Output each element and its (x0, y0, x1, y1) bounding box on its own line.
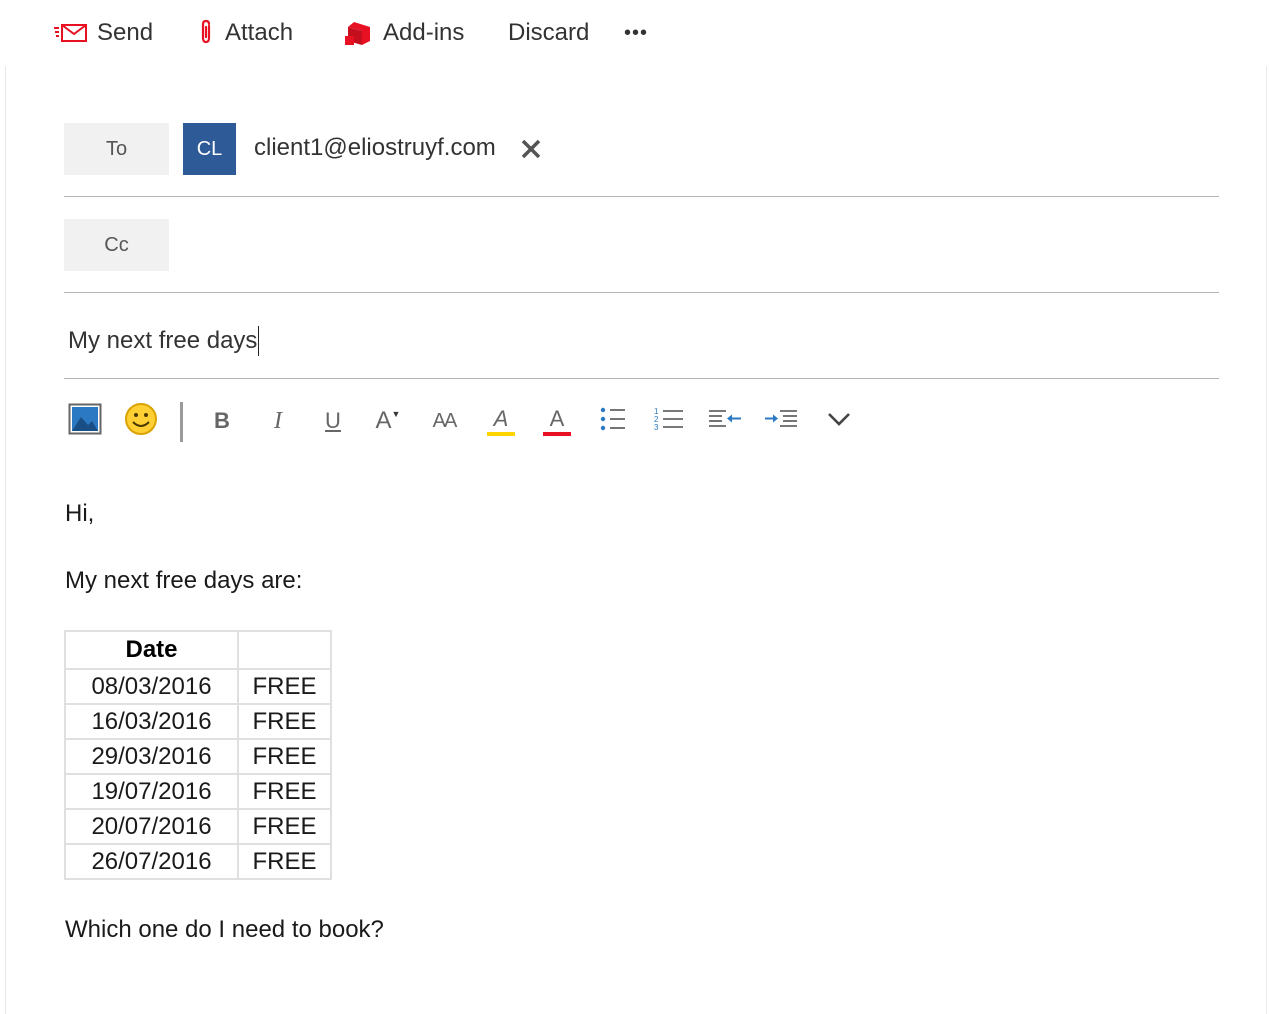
table-cell-status: FREE (237, 773, 332, 810)
recipient-chip[interactable]: client1@eliostruyf.com (254, 134, 496, 162)
bullet-list-icon (600, 407, 626, 436)
discard-label: Discard (508, 19, 590, 46)
svg-text:3: 3 (654, 423, 659, 431)
remove-recipient-button[interactable] (517, 137, 545, 165)
addins-icon (344, 19, 374, 47)
increase-indent-icon (764, 408, 798, 435)
recipient-avatar: CL (183, 123, 236, 175)
font-button[interactable]: AA (424, 400, 464, 442)
body-greeting: Hi, (65, 500, 95, 527)
highlight-button[interactable]: A (481, 400, 521, 442)
subject-text: My next free days (68, 327, 258, 354)
emoji-button[interactable] (121, 400, 161, 442)
decrease-indent-icon (708, 408, 742, 435)
table-row: 29/03/2016 FREE (64, 738, 332, 775)
table-row: 19/07/2016 FREE (64, 773, 332, 810)
table-cell-date: 26/07/2016 (64, 843, 239, 880)
table-cell-status: FREE (237, 703, 332, 740)
send-label: Send (97, 19, 154, 46)
bold-icon: B (214, 408, 230, 433)
toolbar-separator (180, 402, 183, 442)
ellipsis-icon: ••• (624, 21, 649, 44)
table-cell-date: 20/07/2016 (64, 808, 239, 845)
italic-icon: I (274, 407, 282, 434)
discard-button[interactable]: Discard (508, 14, 589, 52)
table-row: 08/03/2016 FREE (64, 668, 332, 705)
numbered-list-icon: 1 2 3 (654, 407, 684, 436)
smiley-icon (124, 402, 158, 441)
font-size-icon: A (375, 407, 392, 434)
to-field-divider (64, 196, 1219, 197)
font-color-button[interactable]: A (537, 400, 577, 442)
text-cursor (258, 326, 260, 356)
table-cell-status: FREE (237, 843, 332, 880)
table-cell-date: 08/03/2016 (64, 668, 239, 705)
addins-button[interactable]: Add-ins (344, 14, 464, 52)
table-cell-status: FREE (237, 668, 332, 705)
send-button[interactable]: Send (54, 14, 153, 52)
increase-indent-button[interactable] (761, 400, 801, 442)
cc-label: Cc (104, 233, 129, 256)
free-days-table: Date 08/03/2016 FREE 16/03/2016 FREE 29/… (64, 630, 332, 880)
more-actions-button[interactable]: ••• (624, 14, 648, 52)
compose-left-border (5, 66, 6, 1014)
cc-field-divider (64, 292, 1219, 293)
subject-input[interactable]: My next free days (64, 318, 1218, 364)
table-cell-date: 19/07/2016 (64, 773, 239, 810)
table-cell-date: 29/03/2016 (64, 738, 239, 775)
to-button[interactable]: To (64, 123, 169, 175)
bullets-button[interactable] (593, 400, 633, 442)
highlighter-icon: A (487, 406, 515, 436)
chevron-down-icon (827, 411, 851, 432)
send-icon (54, 22, 88, 44)
underline-button[interactable]: U (313, 400, 353, 442)
table-cell-date: 16/03/2016 (64, 703, 239, 740)
numbering-button[interactable]: 1 2 3 (649, 400, 689, 442)
bold-button[interactable]: B (202, 400, 242, 442)
compose-scrollbar-track[interactable] (1266, 66, 1267, 1014)
cc-button[interactable]: Cc (64, 219, 169, 271)
decrease-indent-button[interactable] (705, 400, 745, 442)
table-cell-status: FREE (237, 738, 332, 775)
addins-label: Add-ins (383, 19, 465, 46)
subject-divider (64, 378, 1219, 379)
command-bar: Send Attach Add-ins Discard ••• (0, 0, 1269, 66)
body-intro: My next free days are: (65, 567, 303, 594)
table-row: 26/07/2016 FREE (64, 843, 332, 880)
recipient-initials: CL (196, 137, 223, 160)
table-row: 20/07/2016 FREE (64, 808, 332, 845)
insert-picture-button[interactable] (65, 400, 105, 442)
to-label: To (105, 137, 128, 160)
table-header-row: Date (64, 630, 332, 670)
attach-button[interactable]: Attach (196, 14, 293, 52)
font-color-icon: A (543, 406, 571, 436)
grow-caret-icon: ▼ (391, 409, 401, 419)
table-header-date: Date (64, 630, 239, 670)
more-formatting-button[interactable] (819, 400, 859, 442)
paperclip-icon (196, 19, 216, 47)
recipient-email: client1@eliostruyf.com (254, 134, 496, 161)
attach-label: Attach (225, 19, 294, 46)
table-cell-status: FREE (237, 808, 332, 845)
mail-compose-window: Send Attach Add-ins Discard ••• To CL cl… (0, 0, 1269, 1014)
font-icon: AA (432, 409, 458, 432)
underline-icon: U (325, 408, 341, 433)
table-header-status (237, 630, 332, 670)
table-row: 16/03/2016 FREE (64, 703, 332, 740)
font-size-button[interactable]: A ▼ (368, 400, 408, 442)
picture-icon (68, 403, 102, 440)
body-question: Which one do I need to book? (65, 916, 384, 943)
close-icon (520, 138, 542, 165)
italic-button[interactable]: I (258, 400, 298, 442)
